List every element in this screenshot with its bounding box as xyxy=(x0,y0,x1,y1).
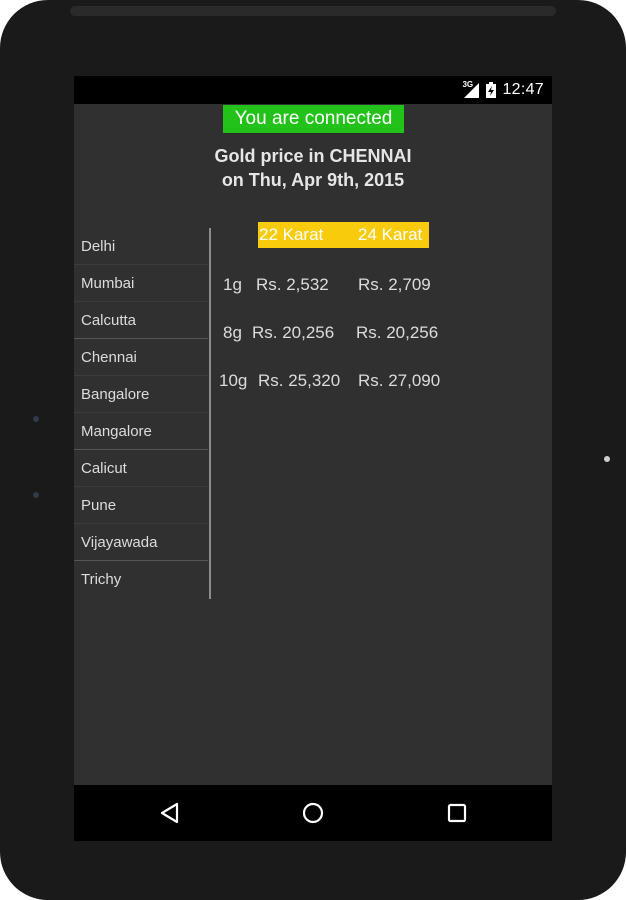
weight-label: 8g xyxy=(223,323,242,342)
weight-label: 1g xyxy=(223,275,242,294)
battery-icon xyxy=(486,82,497,98)
price-row: 8g Rs. 20,256 Rs. 20,256 xyxy=(74,323,552,347)
city-item-delhi[interactable]: Delhi xyxy=(74,228,208,265)
left-sensor-dot xyxy=(33,492,39,498)
screen: 3G 12:47 You are connected Gold price in… xyxy=(74,76,552,841)
recents-square-icon xyxy=(447,803,467,823)
price-22-karat: Rs. 25,320 xyxy=(258,371,341,390)
karat-header: 22 Karat 24 Karat xyxy=(258,222,429,248)
back-button[interactable] xyxy=(156,799,184,827)
price-24-karat: Rs. 27,090 xyxy=(358,371,441,390)
right-indicator-dot xyxy=(604,456,610,462)
price-row: 1g Rs. 2,532 Rs. 2,709 xyxy=(74,275,552,299)
city-item-vijayawada[interactable]: Vijayawada xyxy=(74,524,208,561)
weight-label: 10g xyxy=(219,371,248,390)
price-22-karat: Rs. 20,256 xyxy=(252,323,335,342)
page-title: Gold price in CHENNAI on Thu, Apr 9th, 2… xyxy=(74,144,552,192)
header-22-karat: 22 Karat xyxy=(259,225,324,244)
home-button[interactable] xyxy=(299,799,327,827)
title-line-date: on Thu, Apr 9th, 2015 xyxy=(221,170,405,190)
city-item-trichy[interactable]: Trichy xyxy=(74,561,208,598)
status-bar: 3G 12:47 xyxy=(74,76,552,104)
device-top-edge xyxy=(70,6,556,16)
title-line-city: Gold price in CHENNAI xyxy=(214,146,412,166)
left-sensor-dot xyxy=(33,416,39,422)
home-circle-icon xyxy=(302,802,324,824)
price-24-karat: Rs. 20,256 xyxy=(356,323,439,342)
header-24-karat: 24 Karat xyxy=(358,225,423,244)
price-22-karat: Rs. 2,532 xyxy=(256,275,329,294)
status-clock: 12:47 xyxy=(502,81,544,98)
back-triangle-icon xyxy=(160,802,179,824)
city-item-mangalore[interactable]: Mangalore xyxy=(74,413,208,450)
price-24-karat: Rs. 2,709 xyxy=(358,275,431,294)
city-item-pune[interactable]: Pune xyxy=(74,487,208,524)
connection-status-banner: You are connected xyxy=(223,105,404,133)
recents-button[interactable] xyxy=(443,799,471,827)
city-item-calicut[interactable]: Calicut xyxy=(74,450,208,487)
price-row: 10g Rs. 25,320 Rs. 27,090 xyxy=(74,371,552,395)
status-icons: 3G 12:47 xyxy=(462,76,544,104)
tablet-frame: 3G 12:47 You are connected Gold price in… xyxy=(0,0,626,900)
navigation-bar xyxy=(74,785,552,841)
cellular-signal-icon: 3G xyxy=(462,80,480,99)
